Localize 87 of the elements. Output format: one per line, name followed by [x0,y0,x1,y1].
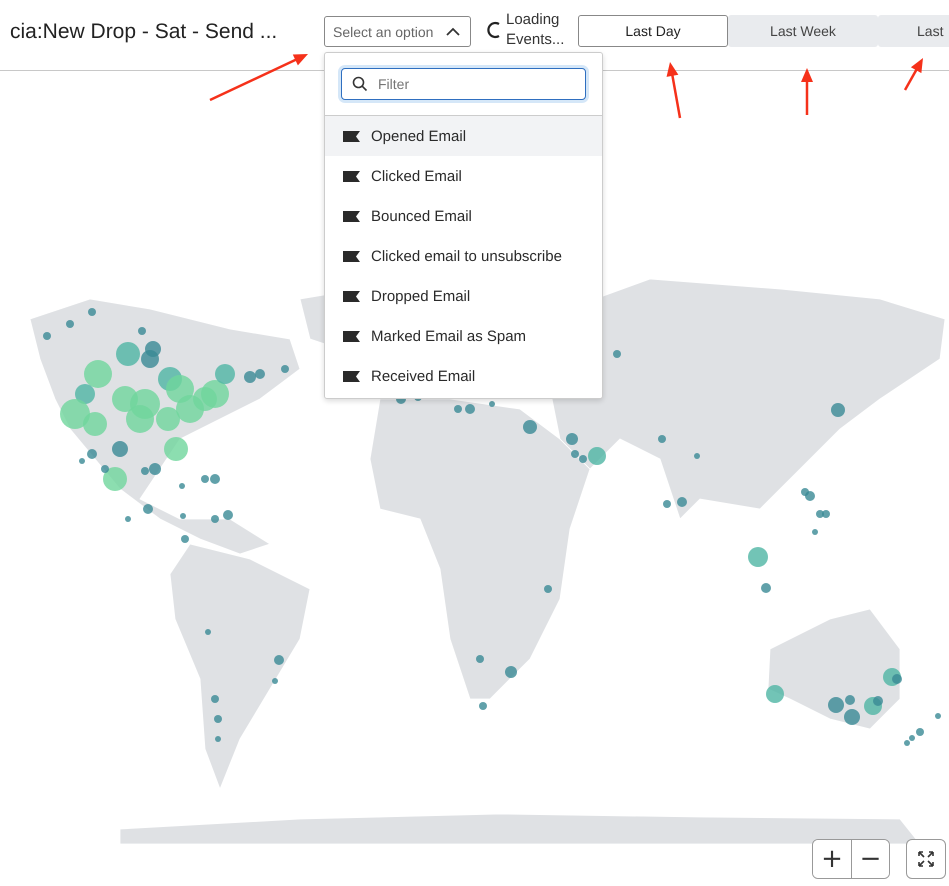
data-point-marker [211,515,219,523]
data-point-marker [181,535,189,543]
data-point-marker [138,327,146,335]
spinner-icon [486,21,502,39]
data-point-marker [164,437,188,461]
event-option[interactable]: Clicked email to unsubscribe [325,236,602,276]
flag-icon [343,290,360,302]
flag-icon [343,330,360,342]
data-point-marker [831,403,845,417]
data-point-marker [544,585,552,593]
caret-icon [446,27,460,36]
data-point-marker [694,453,700,459]
event-option[interactable]: Bounced Email [325,196,602,236]
data-point-marker [179,483,185,489]
dashboard-title: cia:New Drop - Sat - Send ... [10,20,278,44]
data-point-marker [176,395,204,423]
data-point-marker [274,655,284,665]
data-point-marker [805,491,815,501]
data-point-marker [465,404,475,414]
flag-icon [343,210,360,222]
loading-text: Loading Events... [506,10,566,50]
data-point-marker [523,420,537,434]
data-point-marker [214,715,222,723]
flag-icon [343,130,360,142]
data-point-marker [663,500,671,508]
event-option[interactable]: Dropped Email [325,276,602,316]
data-point-marker [761,583,771,593]
data-point-marker [613,350,621,358]
data-point-marker [566,433,578,445]
search-icon [352,76,368,92]
data-point-marker [658,435,666,443]
event-option[interactable]: Opened Email [325,116,602,156]
annotation-arrow [666,62,682,118]
event-option[interactable]: Marked Email as Spam [325,316,602,356]
data-point-marker [166,375,194,403]
data-point-marker [766,685,784,703]
data-point-marker [454,405,462,413]
event-option[interactable]: Clicked Email [325,156,602,196]
data-point-marker [272,678,278,684]
data-point-marker [215,364,235,384]
fullscreen-button[interactable] [906,839,946,879]
flag-icon [343,250,360,262]
fullscreen-icon [917,850,935,868]
data-point-marker [83,412,107,436]
time-range-tab[interactable]: Last Day [578,15,728,47]
data-point-marker [476,655,484,663]
event-option[interactable]: Received Email [325,356,602,396]
zoom-out-button[interactable]: − [851,840,889,878]
data-point-marker [935,713,941,719]
data-point-marker [748,547,768,567]
data-point-marker [88,308,96,316]
data-point-marker [79,458,85,464]
data-point-marker [244,371,256,383]
data-point-marker [156,407,180,431]
data-point-marker [205,629,211,635]
event-select[interactable]: Select an option [324,16,471,47]
time-range-tab[interactable]: Last Week [728,15,878,47]
data-point-marker [43,332,51,340]
data-point-marker [116,342,140,366]
flag-icon [343,370,360,382]
annotation-arrow [801,68,813,115]
data-point-marker [87,449,97,459]
data-point-marker [812,529,818,535]
time-range-tab[interactable]: Last [878,15,949,47]
data-point-marker [255,369,265,379]
data-point-marker [180,513,186,519]
data-point-marker [126,405,154,433]
annotation-arrow [904,58,923,91]
data-point-marker [210,474,220,484]
data-point-marker [505,666,517,678]
data-point-marker [844,709,860,725]
data-point-marker [215,736,221,742]
data-point-marker [66,320,74,328]
flag-icon [343,170,360,182]
data-point-marker [223,510,233,520]
data-point-marker [84,360,112,388]
data-point-marker [479,702,487,710]
data-point-marker [145,341,161,357]
data-point-marker [211,695,219,703]
data-point-marker [489,401,495,407]
data-point-marker [281,365,289,373]
data-point-marker [677,497,687,507]
data-point-marker [201,380,229,408]
data-point-marker [125,516,131,522]
data-point-marker [143,504,153,514]
filter-field[interactable]: Filter [341,68,586,100]
data-point-marker [112,441,128,457]
